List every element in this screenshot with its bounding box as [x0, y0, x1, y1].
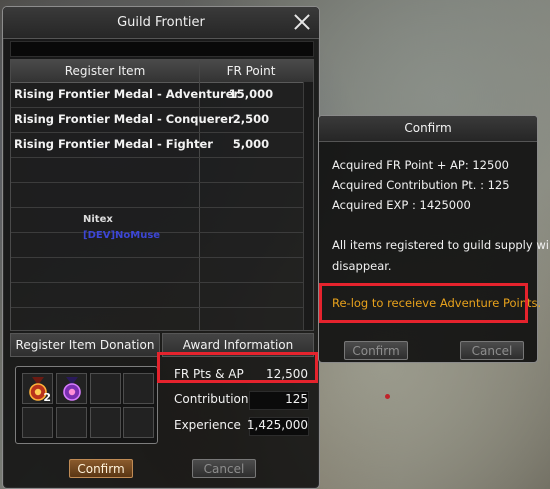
dialog-message-line1: All items registered to guild supply wil… [332, 238, 550, 252]
red-marker-dot [385, 394, 390, 399]
guild-frontier-window: Guild Frontier Register Item FR Point Ri… [2, 6, 320, 489]
window-header-strip [10, 41, 314, 57]
column-header-fr-point: FR Point [226, 64, 276, 78]
table-row-empty [11, 157, 303, 183]
register-item-table: Register Item FR Point Rising Frontier M… [10, 59, 314, 331]
cancel-button[interactable]: Cancel [192, 459, 256, 478]
row-item-name: Rising Frontier Medal - Fighter [14, 137, 213, 151]
donation-slot-grid: 2 [15, 366, 158, 444]
donation-slot-empty[interactable] [90, 407, 121, 438]
table-row[interactable]: Rising Frontier Medal - Fighter 5,000 [11, 132, 303, 158]
confirm-button[interactable]: Confirm [69, 459, 133, 478]
donation-slot[interactable]: 2 [22, 373, 53, 404]
donation-slot-empty[interactable] [22, 407, 53, 438]
table-row[interactable]: Rising Frontier Medal - Adventurer 15,00… [11, 82, 303, 108]
dialog-cancel-button[interactable]: Cancel [460, 341, 524, 360]
table-row-empty [11, 282, 303, 308]
column-header-register-item: Register Item [64, 64, 146, 78]
close-icon[interactable] [293, 13, 311, 31]
award-value: 125 [285, 392, 308, 406]
award-value: 1,425,000 [246, 418, 308, 432]
award-label: Experience [174, 418, 241, 432]
slot-quantity: 2 [43, 391, 51, 404]
acquired-exp-line: Acquired EXP : 1425000 [332, 198, 471, 212]
table-row-empty [11, 257, 303, 283]
acquired-fr-point-line: Acquired FR Point + AP: 12500 [332, 158, 509, 172]
award-label: Contribution [174, 392, 249, 406]
donation-slot[interactable] [56, 373, 87, 404]
table-row-empty [11, 182, 303, 208]
donation-slot-empty[interactable] [123, 407, 154, 438]
dialog-title: Confirm [319, 116, 537, 142]
window-title: Guild Frontier [3, 7, 319, 39]
table-scrollbar[interactable] [303, 82, 313, 330]
dialog-message-line2: disappear. [332, 259, 392, 273]
award-row-experience: Experience 1,425,000 [163, 414, 313, 436]
donation-slot-empty[interactable] [123, 373, 154, 404]
donation-slot-empty[interactable] [90, 373, 121, 404]
award-row-contribution: Contribution 125 [163, 388, 313, 410]
donation-section-header: Register Item Donation [10, 333, 160, 357]
row-fr-point: 15,000 [228, 87, 274, 101]
warning-highlight-box [319, 283, 528, 323]
acquired-contribution-line: Acquired Contribution Pt. : 125 [332, 178, 510, 192]
donation-slot-empty[interactable] [56, 407, 87, 438]
fr-pts-highlight-box [157, 352, 318, 383]
dialog-confirm-button[interactable]: Confirm [344, 341, 408, 360]
nameplate-name: Nitex [83, 214, 113, 225]
table-row[interactable]: Rising Frontier Medal - Conquerer 2,500 [11, 107, 303, 133]
confirm-dialog: Confirm Acquired FR Point + AP: 12500 Ac… [318, 115, 550, 363]
row-fr-point: 5,000 [232, 137, 270, 151]
table-header: Register Item FR Point [11, 60, 313, 83]
table-row-empty [11, 307, 303, 332]
nameplate-guild: [DEV]NoMuse [83, 230, 161, 241]
row-fr-point: 2,500 [232, 112, 270, 126]
purple-medal-icon [63, 377, 81, 401]
